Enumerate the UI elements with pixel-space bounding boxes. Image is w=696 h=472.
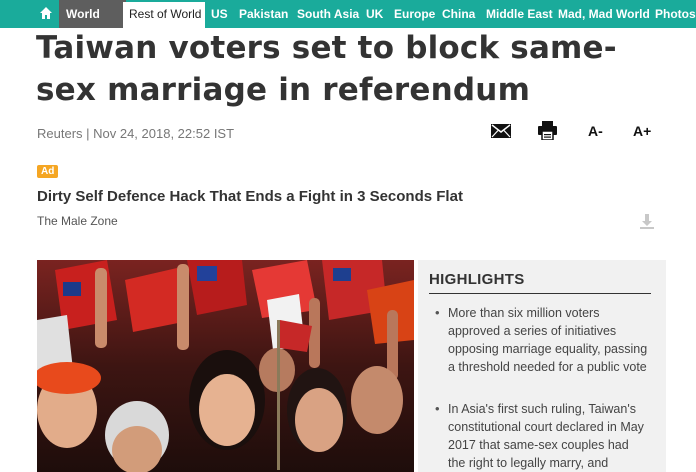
nav-link-mad-mad-world[interactable]: Mad, Mad World (558, 7, 650, 21)
ad-info-button[interactable] (640, 214, 654, 235)
highlights-divider (429, 293, 651, 294)
ad-info-icon (640, 214, 654, 229)
highlight-item-2: In Asia's first such ruling, Taiwan's co… (448, 402, 644, 470)
nav-rest-of-world[interactable]: Rest of World (123, 2, 205, 28)
print-button[interactable] (538, 121, 557, 145)
highlight-item-1: More than six million voters approved a … (448, 306, 648, 374)
article-byline: Reuters | Nov 24, 2018, 22:52 IST (37, 126, 235, 141)
nav-world[interactable]: World (59, 0, 126, 28)
nav-link-uk[interactable]: UK (366, 7, 383, 21)
top-nav: World Rest of World US Pakistan South As… (0, 0, 696, 28)
nav-link-middle-east[interactable]: Middle East (486, 7, 553, 21)
article-photo[interactable] (37, 260, 414, 472)
nav-link-pakistan[interactable]: Pakistan (239, 7, 288, 21)
page-title: Taiwan voters set to block same-sex marr… (36, 30, 617, 108)
nav-world-label: World (66, 7, 100, 21)
ad-source[interactable]: The Male Zone (37, 214, 118, 228)
nav-link-us[interactable]: US (211, 7, 228, 21)
nav-link-photos[interactable]: Photos (655, 7, 696, 21)
font-decrease-button[interactable]: A- (588, 123, 603, 139)
ad-title[interactable]: Dirty Self Defence Hack That Ends a Figh… (37, 188, 463, 205)
home-icon (40, 7, 52, 19)
print-icon (538, 121, 557, 141)
home-link[interactable] (31, 0, 59, 28)
crowd-photo-image (37, 260, 414, 472)
nav-rest-of-world-label: Rest of World (129, 7, 202, 21)
nav-link-china[interactable]: China (442, 7, 475, 21)
mail-icon (491, 124, 511, 138)
highlights-title: HIGHLIGHTS (429, 271, 525, 288)
font-increase-button[interactable]: A+ (633, 123, 651, 139)
nav-link-south-asia[interactable]: South Asia (297, 7, 359, 21)
email-button[interactable] (491, 124, 511, 143)
nav-world-arrow (104, 0, 114, 28)
ad-badge: Ad (37, 165, 59, 178)
nav-link-europe[interactable]: Europe (394, 7, 435, 21)
highlight-bullet-1: • (435, 305, 440, 320)
highlight-bullet-2: • (435, 401, 440, 416)
